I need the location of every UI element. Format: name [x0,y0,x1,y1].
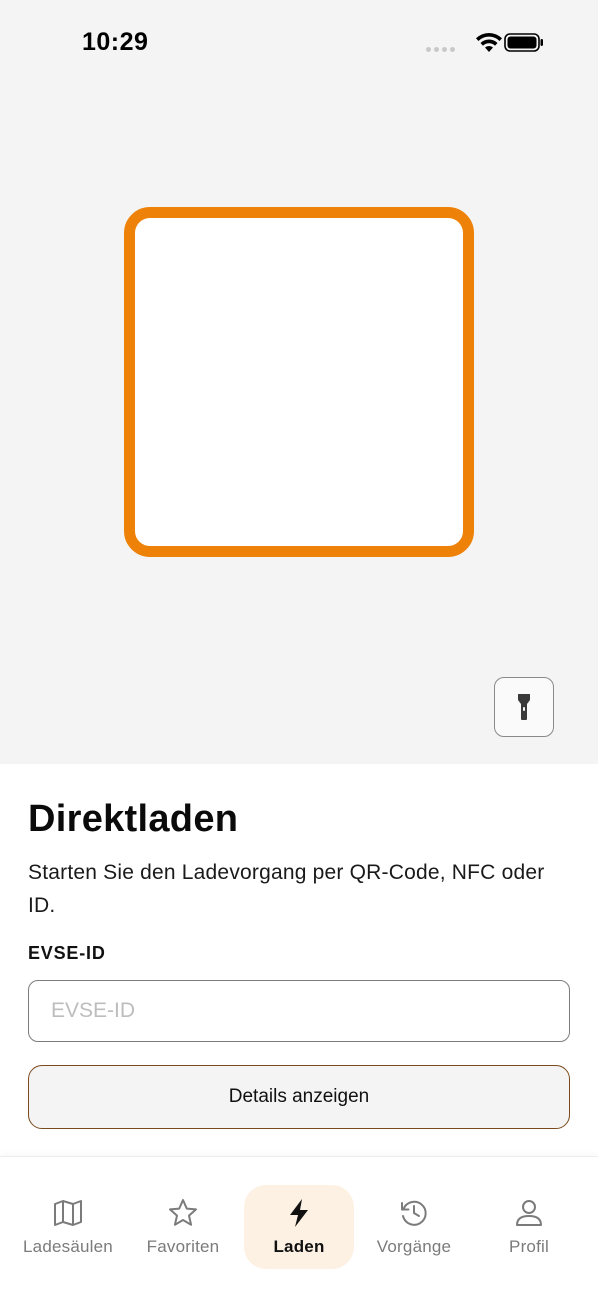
direct-charge-panel: Direktladen Starten Sie den Ladevorgang … [0,764,598,1156]
bolt-icon [290,1199,308,1227]
tab-favoriten[interactable]: Favoriten [128,1185,238,1269]
user-icon [516,1200,542,1226]
status-bar: 10:29 [0,0,598,90]
bottom-tab-bar: Ladesäulen Favoriten Laden Vorgänge Prof… [0,1156,598,1300]
wifi-icon [476,32,502,52]
qr-scanner-view: 10:29 [0,0,598,764]
status-icons [404,31,544,55]
tab-profil[interactable]: Profil [474,1185,584,1269]
evse-id-input[interactable] [28,980,570,1042]
tab-label: Ladesäulen [23,1237,113,1256]
tab-label: Laden [273,1237,325,1256]
cellular-signal-icon [426,47,458,53]
tab-label: Favoriten [146,1237,220,1256]
tab-vorgaenge[interactable]: Vorgänge [359,1185,469,1269]
page-subtitle: Starten Sie den Ladevorgang per QR-Code,… [28,861,545,917]
show-details-button[interactable]: Details anzeigen [28,1065,570,1129]
history-icon [401,1200,427,1226]
status-time: 10:29 [82,28,149,56]
battery-icon [504,33,543,52]
qr-scan-frame [124,207,474,557]
tab-laden[interactable]: Laden [244,1185,354,1269]
star-icon [169,1199,197,1226]
tab-ladesaeulen[interactable]: Ladesäulen [13,1185,123,1269]
tab-label: Profil [509,1237,549,1256]
tab-label: Vorgänge [376,1237,452,1256]
map-icon [54,1200,82,1226]
flashlight-button[interactable] [494,677,554,737]
page-title: Direktladen [28,798,239,840]
flashlight-icon [518,694,530,720]
evse-id-label: EVSE-ID [28,943,106,963]
